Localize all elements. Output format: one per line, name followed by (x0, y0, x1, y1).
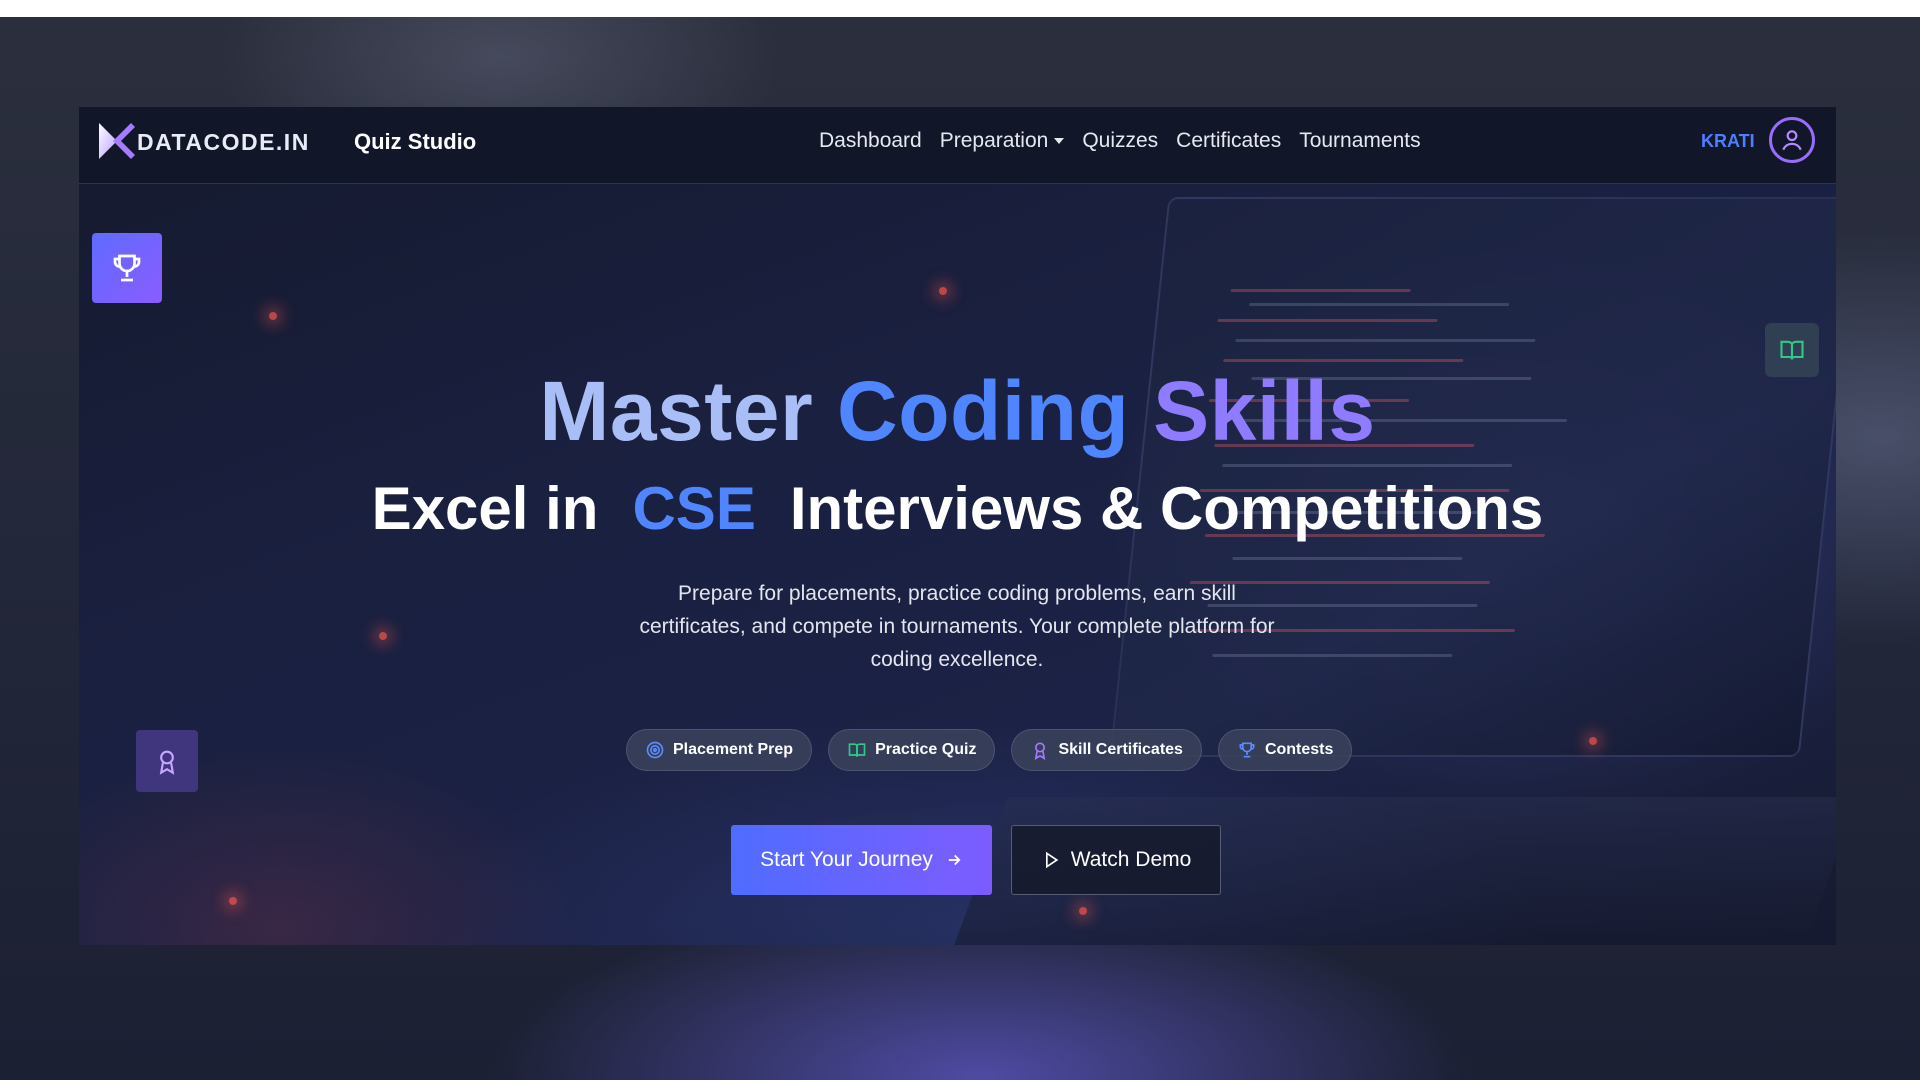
glow-dot (229, 897, 237, 905)
hero-subtitle: Excel in CSE Interviews & Competitions (79, 474, 1836, 543)
hero-title-word: Coding (837, 364, 1130, 458)
glow-dot (939, 287, 947, 295)
chip-placement-prep[interactable]: Placement Prep (626, 729, 813, 771)
nav-item-label: Dashboard (819, 129, 922, 152)
code-line (1217, 319, 1438, 322)
floating-trophy-tile (92, 233, 162, 303)
chip-practice-quiz[interactable]: Practice Quiz (828, 729, 996, 771)
user-avatar-button[interactable] (1769, 117, 1815, 163)
nav-item-label: Tournaments (1299, 129, 1421, 152)
hero-subtitle-prefix: Excel in (371, 475, 599, 542)
datacode-logo-icon[interactable] (97, 121, 137, 161)
glow-dot (269, 312, 277, 320)
app-frame: DATACODE.IN Quiz Studio Dashboard Prepar… (79, 107, 1836, 945)
hero-subtitle-suffix: Interviews & Competitions (789, 475, 1544, 542)
hero-title-word: Master (539, 364, 814, 458)
nav-links: Dashboard Preparation Quizzes Certificat… (819, 129, 1421, 153)
nav-item-label: Certificates (1176, 129, 1282, 152)
chevron-down-icon (1054, 138, 1065, 144)
code-line (1235, 339, 1536, 342)
glow-dot (379, 632, 387, 640)
start-journey-label: Start Your Journey (760, 848, 933, 871)
trophy-icon (113, 254, 141, 282)
browser-top-strip (0, 0, 1920, 17)
user-name[interactable]: KRATI (1701, 131, 1755, 152)
glow-dot (1589, 737, 1597, 745)
chip-label: Skill Certificates (1058, 741, 1183, 758)
code-line (1248, 303, 1510, 306)
book-open-icon (1780, 340, 1804, 360)
glow-dot (1079, 907, 1087, 915)
product-name[interactable]: Quiz Studio (354, 129, 476, 155)
nav-item-label: Quizzes (1082, 129, 1159, 152)
code-line (1222, 464, 1513, 467)
user-circle-icon (1782, 130, 1802, 151)
code-line (1232, 557, 1463, 560)
hero-title: Master Coding Skills (79, 363, 1836, 460)
floating-award-tile (136, 730, 198, 792)
nav-item-certificates[interactable]: Certificates (1176, 129, 1281, 153)
logo-text[interactable]: DATACODE.IN (137, 129, 310, 156)
code-line (1223, 359, 1464, 362)
book-open-icon (848, 743, 866, 757)
nav-item-dashboard[interactable]: Dashboard (819, 129, 922, 153)
nav-item-tournaments[interactable]: Tournaments (1299, 129, 1420, 153)
code-line (1230, 289, 1411, 292)
chip-label: Placement Prep (673, 741, 794, 758)
start-journey-button[interactable]: Start Your Journey (731, 825, 992, 895)
watch-demo-label: Watch Demo (1070, 848, 1192, 871)
feature-chips: Placement Prep Practice Quiz Skill Certi… (626, 729, 1353, 771)
play-icon (1045, 851, 1059, 869)
top-navbar: DATACODE.IN Quiz Studio Dashboard Prepar… (79, 107, 1836, 184)
nav-item-preparation[interactable]: Preparation (940, 129, 1065, 153)
watch-demo-button[interactable]: Watch Demo (1011, 825, 1221, 895)
award-icon (1035, 742, 1046, 760)
nav-item-label: Preparation (939, 129, 1049, 152)
hero-title-word: Skills (1153, 364, 1376, 458)
hero-description: Prepare for placements, practice coding … (639, 582, 1275, 671)
target-icon (646, 741, 664, 759)
hero-subtitle-highlight: CSE (632, 475, 756, 542)
arrow-right-icon (948, 854, 961, 866)
award-icon (159, 750, 175, 775)
chip-label: Practice Quiz (875, 741, 977, 758)
chip-label: Contests (1264, 741, 1334, 758)
nav-item-quizzes[interactable]: Quizzes (1082, 129, 1158, 153)
trophy-icon (1239, 742, 1255, 758)
chip-contests[interactable]: Contests (1217, 729, 1353, 771)
chip-skill-certificates[interactable]: Skill Certificates (1011, 729, 1202, 771)
